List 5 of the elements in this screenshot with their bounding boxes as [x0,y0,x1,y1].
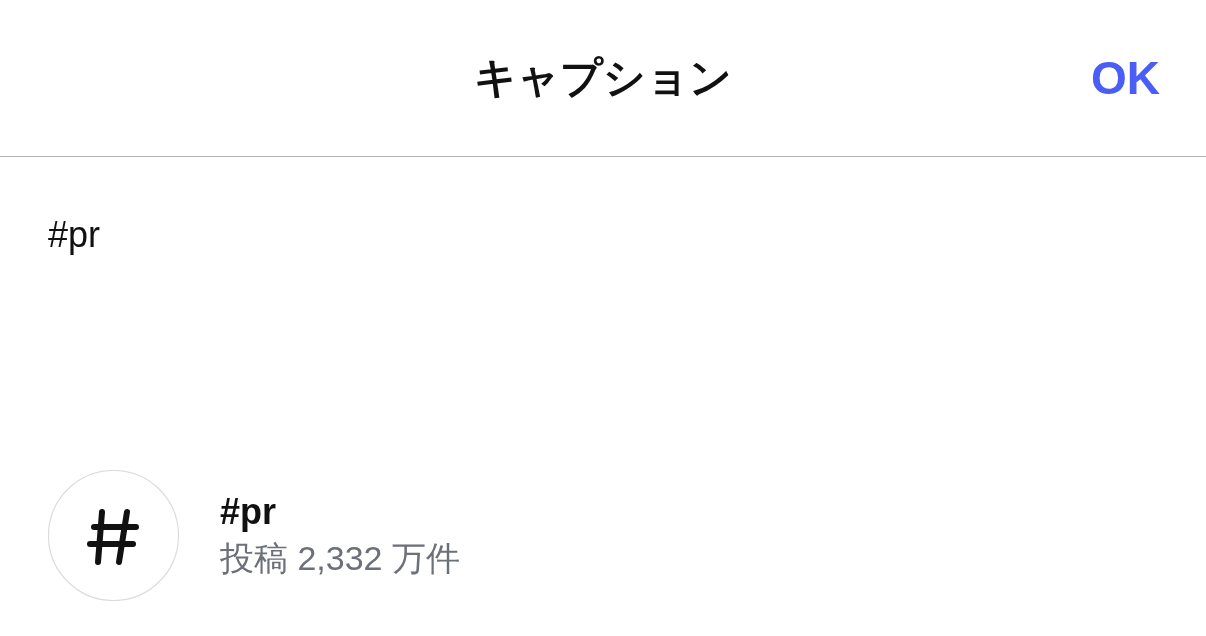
post-count: 投稿 2,332 万件 [220,537,460,579]
hashtag-icon [48,470,179,601]
hashtag-name[interactable]: #pr [220,489,460,534]
screen-title: キャプション [474,53,732,103]
ok-button[interactable]: OK [1091,52,1160,104]
